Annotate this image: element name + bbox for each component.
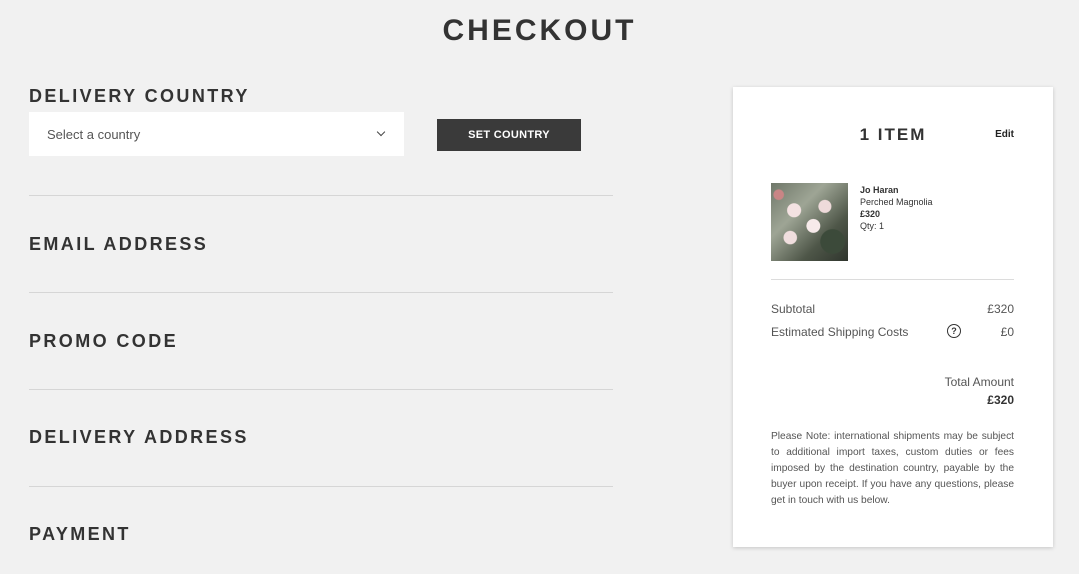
- shipping-row: Estimated Shipping Costs ? £0: [771, 324, 1014, 339]
- country-select-placeholder: Select a country: [47, 126, 141, 142]
- payment-section[interactable]: PAYMENT: [29, 524, 131, 545]
- edit-cart-link[interactable]: Edit: [995, 129, 1014, 140]
- shipping-label: Estimated Shipping Costs: [771, 325, 909, 339]
- page-title: CHECKOUT: [442, 14, 637, 47]
- subtotal-label: Subtotal: [771, 302, 816, 316]
- summary-divider: [771, 279, 1014, 280]
- item-title: Perched Magnolia: [860, 197, 933, 207]
- order-summary-panel: 1 ITEM Edit Jo Haran Perched Magnolia £3…: [733, 87, 1053, 547]
- delivery-address-section[interactable]: DELIVERY ADDRESS: [29, 427, 249, 448]
- country-select[interactable]: Select a country: [29, 112, 404, 156]
- section-divider: [29, 292, 613, 293]
- email-address-section[interactable]: EMAIL ADDRESS: [29, 234, 208, 255]
- section-divider: [29, 389, 613, 390]
- section-divider: [29, 486, 613, 487]
- promo-code-section[interactable]: PROMO CODE: [29, 331, 178, 352]
- total-amount-label: Total Amount: [944, 375, 1014, 389]
- total-amount-value: £320: [987, 393, 1014, 407]
- chevron-down-icon: [376, 127, 386, 137]
- section-divider: [29, 195, 613, 196]
- item-price: £320: [860, 209, 881, 219]
- subtotal-row: Subtotal £320: [771, 302, 1014, 316]
- set-country-button[interactable]: SET COUNTRY: [437, 119, 581, 151]
- shipping-value: £0: [1000, 325, 1014, 339]
- artwork-thumbnail[interactable]: [771, 183, 848, 261]
- item-artist: Jo Haran: [860, 185, 899, 195]
- item-quantity: Qty: 1: [860, 221, 885, 231]
- help-icon[interactable]: ?: [947, 324, 961, 338]
- shipping-note: Please Note: international shipments may…: [771, 431, 1014, 506]
- subtotal-value: £320: [987, 302, 1014, 316]
- cart-item-details: Jo Haran Perched Magnolia £320 Qty: 1: [860, 184, 933, 232]
- delivery-country-heading: DELIVERY COUNTRY: [29, 86, 250, 106]
